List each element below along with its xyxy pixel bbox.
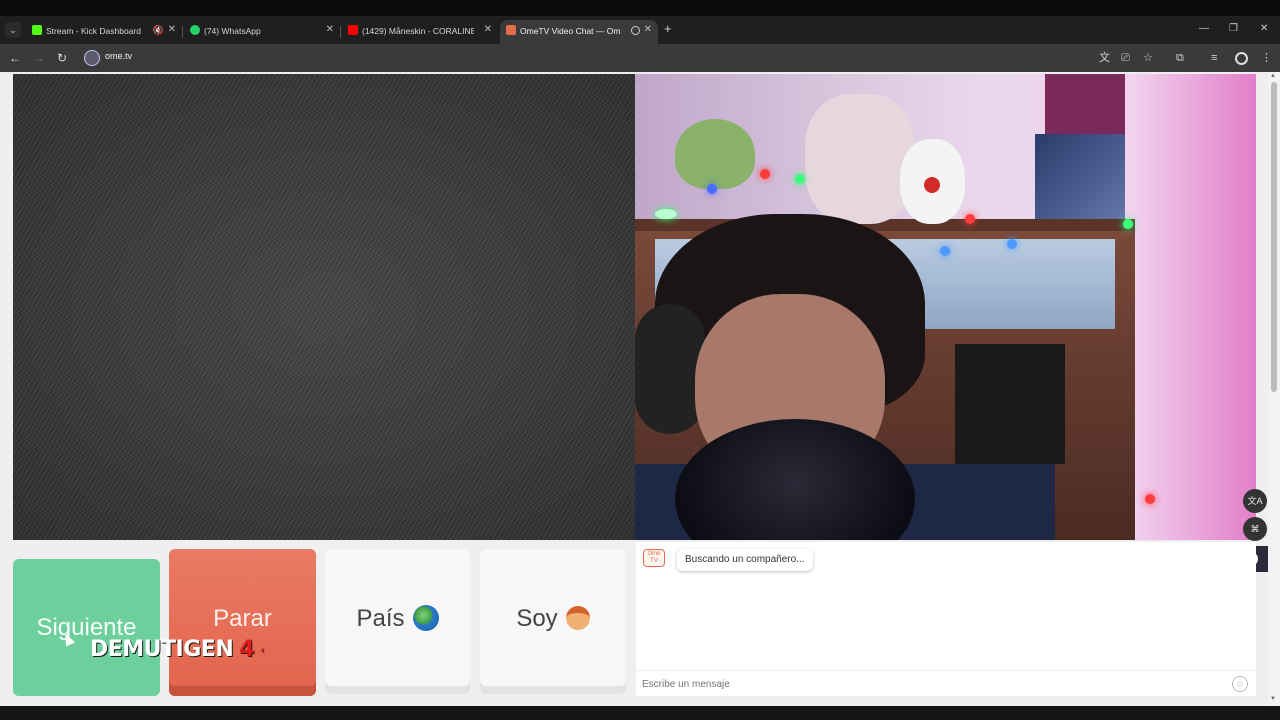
shelf-books: [955, 344, 1065, 464]
string-light: [940, 246, 950, 256]
arrow-right-icon[interactable]: →: [33, 50, 45, 66]
emoji-icon[interactable]: ☺: [1232, 676, 1248, 692]
country-filter-button[interactable]: País: [325, 549, 470, 694]
overlay-word: DEMUTIGEN: [90, 637, 234, 662]
message-input[interactable]: [642, 675, 1222, 693]
globe-icon: [412, 604, 439, 631]
stream-overlay-text: DEMUTIGEN 4 ‹: [90, 637, 264, 662]
string-light: [1123, 219, 1133, 229]
stop-label: Parar: [213, 605, 272, 632]
close-icon[interactable]: ✕: [326, 20, 334, 40]
gender-label: Soy: [516, 605, 558, 632]
page-scrollbar[interactable]: ▲ ▼: [1268, 72, 1280, 706]
chat-panel: Ome TV Buscando un compañero... ☺: [636, 542, 1256, 696]
recording-icon: [631, 26, 640, 35]
next-button[interactable]: Siguiente: [13, 559, 160, 696]
tab-separator: [182, 26, 183, 38]
string-light: [1145, 494, 1155, 504]
puzzle-icon[interactable]: ⧉: [1176, 51, 1184, 65]
stop-button[interactable]: Parar: [169, 549, 316, 696]
url-text[interactable]: ome.tv: [105, 51, 132, 61]
string-light: [1007, 239, 1017, 249]
translate-icon[interactable]: 文: [1099, 51, 1110, 65]
gender-filter-button[interactable]: Soy: [480, 549, 626, 694]
green-plush-toy: [675, 119, 755, 189]
profile-icon[interactable]: [1235, 52, 1248, 65]
youtube-favicon-icon: [348, 24, 358, 35]
chevron-down-icon[interactable]: ⌄: [5, 22, 21, 38]
country-label-wrap: País: [325, 604, 470, 633]
media-control-icon[interactable]: ≡: [1211, 51, 1217, 65]
bunny-mask: [805, 94, 915, 224]
scroll-up-icon[interactable]: ▲: [1270, 73, 1276, 79]
clown-nose: [924, 177, 940, 193]
shelf-box: [1045, 74, 1125, 134]
string-light: [760, 169, 770, 179]
plus-icon[interactable]: +: [664, 20, 672, 38]
country-label: País: [356, 605, 405, 632]
self-camera-video: [635, 74, 1256, 540]
tab-title: (1429) Måneskin - CORALINE (: [362, 25, 474, 36]
close-window-icon[interactable]: ✕: [1260, 20, 1268, 38]
close-icon[interactable]: ✕: [644, 20, 652, 40]
reload-icon[interactable]: ↻: [57, 50, 67, 66]
string-light: [795, 174, 805, 184]
muted-speaker-icon[interactable]: 🔇: [153, 20, 164, 40]
whatsapp-favicon-icon: [190, 24, 200, 35]
install-app-icon[interactable]: ⎚: [1121, 51, 1130, 65]
string-light: [707, 184, 717, 194]
status-message: Buscando un compañero...: [677, 549, 813, 571]
tab-youtube[interactable]: (1429) Måneskin - CORALINE ( ✕: [342, 20, 498, 44]
site-info-icon[interactable]: [84, 50, 100, 66]
chat-controls: Siguiente Parar País Soy: [13, 549, 626, 696]
ometv-logo: Ome TV: [643, 549, 665, 567]
gender-label-wrap: Soy: [480, 605, 626, 633]
close-icon[interactable]: ✕: [168, 20, 176, 40]
string-light: [965, 214, 975, 224]
tab-title: (74) WhatsApp: [204, 25, 261, 36]
tab-title: OmeTV Video Chat — Ome: [520, 25, 620, 36]
tab-whatsapp[interactable]: (74) WhatsApp ✕: [184, 20, 340, 44]
close-icon[interactable]: ✕: [484, 20, 492, 40]
arrow-left-icon[interactable]: ←: [9, 50, 21, 66]
star-icon[interactable]: ☆: [1143, 51, 1153, 65]
window-top-edge: [0, 0, 1280, 16]
tab-title: Stream - Kick Dashboard: [46, 25, 141, 36]
scroll-down-icon[interactable]: ▼: [1270, 696, 1276, 702]
restore-icon[interactable]: ❐: [1229, 20, 1238, 38]
headphones: [635, 304, 705, 434]
tab-strip: ⌄ Stream - Kick Dashboard 🔇 ✕ (74) Whats…: [0, 16, 1280, 44]
apps-grid-icon[interactable]: ⌘: [1243, 517, 1267, 541]
scrollbar-thumb[interactable]: [1271, 82, 1277, 392]
translate-chat-icon[interactable]: 文A: [1243, 489, 1267, 513]
tab-separator: [340, 26, 341, 38]
kick-favicon-icon: [32, 24, 42, 35]
minimize-icon[interactable]: —: [1199, 20, 1209, 38]
ometv-favicon-icon: [506, 24, 516, 35]
chat-input-bar: ☺: [636, 670, 1256, 696]
string-light: [655, 209, 677, 219]
clown-mask: [900, 139, 965, 224]
tab-kick-dashboard[interactable]: Stream - Kick Dashboard 🔇 ✕: [26, 20, 182, 44]
kebab-menu-icon[interactable]: ⋮: [1261, 51, 1272, 65]
overlay-number: 4: [239, 637, 255, 662]
address-bar[interactable]: ome.tv: [80, 47, 1080, 69]
tab-ometv[interactable]: OmeTV Video Chat — Ome ✕: [500, 20, 658, 44]
overlay-mark: ‹: [260, 644, 264, 656]
partner-video-static: [13, 74, 635, 540]
boy-face-icon: [565, 605, 590, 630]
browser-toolbar: ← → ↻ ome.tv 文 ⎚ ☆ ⧉ ≡ ⋮: [0, 44, 1280, 72]
window-bottom-edge: [0, 706, 1280, 720]
